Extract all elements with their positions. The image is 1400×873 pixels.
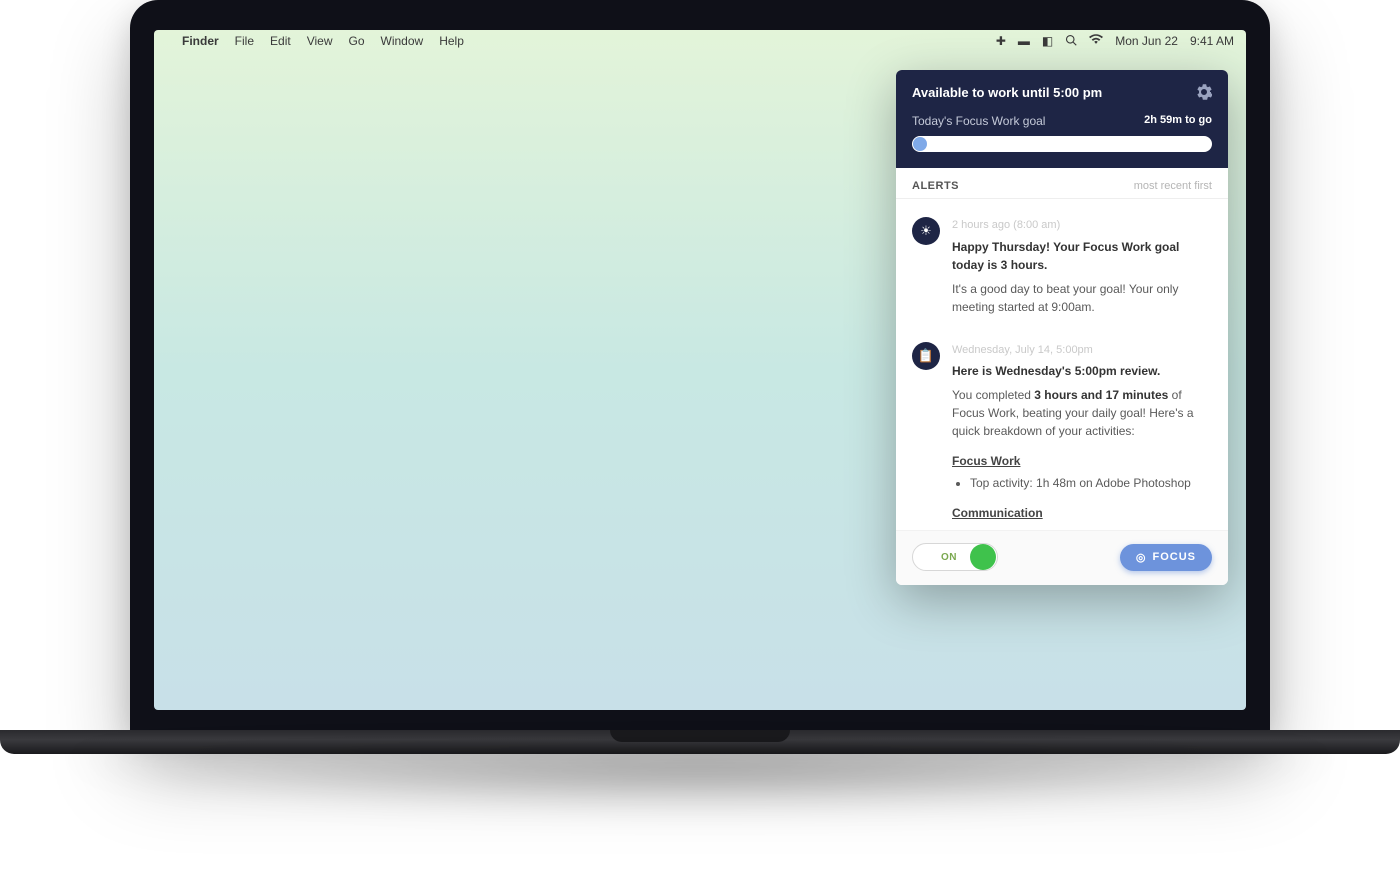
alerts-sort: most recent first [1134, 180, 1212, 192]
menubar-time[interactable]: 9:41 AM [1190, 34, 1234, 48]
goal-label: Today's Focus Work goal [912, 114, 1045, 128]
menubar-item-help[interactable]: Help [439, 34, 464, 48]
popover-header: Available to work until 5:00 pm Today's … [896, 70, 1228, 168]
menubar-item-window[interactable]: Window [381, 34, 424, 48]
clipboard-icon: 📋 [912, 342, 940, 370]
battery-icon[interactable]: ▬ [1018, 34, 1030, 48]
section-heading: Communication [952, 504, 1212, 522]
alert-timestamp: Wednesday, July 14, 5:00pm [952, 342, 1212, 359]
menubar: Finder File Edit View Go Window Help ✚ ▬… [154, 30, 1246, 52]
search-icon[interactable] [1065, 34, 1077, 49]
section-heading: Focus Work [952, 452, 1212, 470]
menubar-item-edit[interactable]: Edit [270, 34, 291, 48]
alerts-heading: ALERTS [912, 180, 959, 192]
alert-body: You completed 3 hours and 17 minutes of … [952, 386, 1212, 440]
gear-icon[interactable] [1196, 84, 1212, 100]
alert-item: ☀ 2 hours ago (8:00 am) Happy Thursday! … [896, 199, 1228, 324]
menubar-item-go[interactable]: Go [349, 34, 365, 48]
alert-title: Happy Thursday! Your Focus Work goal tod… [952, 238, 1212, 274]
availability-title: Available to work until 5:00 pm [912, 85, 1102, 100]
focus-button[interactable]: ◎ FOCUS [1120, 544, 1212, 571]
toggle-knob [970, 544, 996, 570]
alert-title: Here is Wednesday's 5:00pm review. [952, 362, 1212, 380]
alert-item: 📋 Wednesday, July 14, 5:00pm Here is Wed… [896, 324, 1228, 531]
menubar-app[interactable]: Finder [182, 34, 219, 48]
progress-track [912, 136, 1212, 152]
popover-footer: ON ◎ FOCUS [896, 530, 1228, 585]
menubar-item-view[interactable]: View [307, 34, 333, 48]
wifi-icon[interactable] [1089, 34, 1103, 48]
alert-timestamp: 2 hours ago (8:00 am) [952, 217, 1212, 234]
focus-popover: Available to work until 5:00 pm Today's … [896, 70, 1228, 585]
menubar-item-file[interactable]: File [235, 34, 254, 48]
activity-item: Top activity: 1h 48m on Adobe Photoshop [970, 474, 1212, 492]
progress-thumb [913, 137, 927, 151]
status-tray-icon[interactable]: ◧ [1042, 34, 1053, 48]
menubar-date[interactable]: Mon Jun 22 [1115, 34, 1178, 48]
status-app-icon[interactable]: ✚ [996, 34, 1006, 48]
toggle-label: ON [941, 552, 957, 563]
sunrise-icon: ☀ [912, 217, 940, 245]
alerts-header: ALERTS most recent first [896, 168, 1228, 199]
time-remaining: 2h 59m to go [1144, 114, 1212, 128]
tracking-toggle[interactable]: ON [912, 543, 998, 571]
alert-body: It's a good day to beat your goal! Your … [952, 280, 1212, 316]
target-icon: ◎ [1136, 551, 1147, 564]
focus-button-label: FOCUS [1153, 551, 1197, 563]
